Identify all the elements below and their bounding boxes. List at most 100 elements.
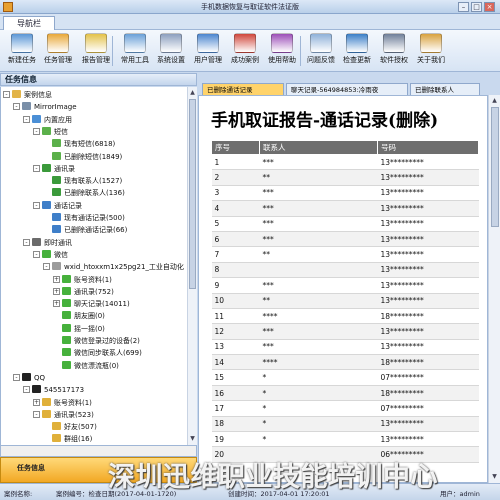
nav-tab-bar: 导航栏: [0, 14, 500, 30]
tree-node[interactable]: 微信漂流瓶(0): [53, 360, 119, 372]
toolbar-button-2[interactable]: 报告管理: [78, 32, 114, 70]
tree-node[interactable]: + 账号资料(1): [33, 397, 92, 409]
tree-node[interactable]: + 聊天记录(14011): [53, 298, 130, 310]
tree-node-label: 545517173: [44, 386, 85, 395]
close-button[interactable]: ×: [484, 2, 495, 12]
tree-node[interactable]: + 通讯录(752): [53, 286, 114, 298]
toolbar-button-8[interactable]: 问题反馈: [303, 32, 339, 70]
tree-node[interactable]: 现有通话记录(500): [43, 212, 125, 224]
table-row: 1 *** 13*********: [211, 154, 479, 171]
report-title: 手机取证报告-通话记录(删除): [211, 111, 439, 131]
scroll-down-icon[interactable]: ▼: [189, 434, 196, 443]
tree-node[interactable]: 已删除联系人(136): [43, 187, 125, 199]
tree-node[interactable]: 微信登录过的设备(2): [53, 335, 140, 347]
tree-node[interactable]: - 通讯录(523): [33, 409, 94, 421]
table-row: 16 * 18*********: [211, 385, 479, 402]
tree-node[interactable]: - 微信: [33, 249, 68, 261]
collapse-icon[interactable]: -: [13, 103, 20, 111]
collapse-icon[interactable]: -: [23, 386, 30, 394]
status-time: 创建时间：2017-04-01 17:20:01: [228, 490, 330, 498]
toolbar-button-1[interactable]: 任务管理: [40, 32, 76, 70]
collapse-icon[interactable]: -: [33, 410, 40, 418]
tree-node[interactable]: 现有短信(6818): [43, 138, 115, 150]
tree-node-icon: [52, 434, 61, 443]
tree-node[interactable]: - 内置应用: [23, 114, 72, 126]
tree-node-label: 好友(507): [64, 423, 97, 432]
toolbar-button-0[interactable]: 新建任务: [4, 32, 40, 70]
tab-navigation[interactable]: 导航栏: [3, 16, 55, 30]
toolbar-icon: [85, 33, 107, 53]
tree-node[interactable]: 已删除短信(1849): [43, 151, 122, 163]
toolbar-button-4[interactable]: 系统设置: [153, 32, 189, 70]
tree-node-label: 通讯录(752): [74, 287, 114, 296]
tree-node[interactable]: - 545517173: [23, 384, 84, 396]
toolbar-button-6[interactable]: 成功案例: [227, 32, 263, 70]
cell-contact: **: [259, 169, 378, 186]
tree-node[interactable]: - MirrorImage: [13, 101, 77, 113]
toolbar-separator: [112, 36, 113, 66]
tree-node-icon: [62, 360, 71, 369]
scroll-up-icon[interactable]: ▲: [189, 88, 196, 97]
tree-node[interactable]: 已删除通话记录(66): [43, 224, 127, 236]
scroll-up-icon[interactable]: ▲: [491, 96, 498, 105]
collapse-icon[interactable]: -: [43, 263, 50, 271]
minimize-button[interactable]: –: [458, 2, 469, 12]
tree-node[interactable]: + 账号资料(1): [53, 274, 112, 286]
toolbar-button-11[interactable]: 关于我们: [413, 32, 449, 70]
cell-index: 13: [211, 339, 260, 356]
collapse-icon[interactable]: -: [33, 201, 40, 209]
tree-node[interactable]: - wxid_htoxxm1x25pg21_工业自动化: [43, 261, 184, 273]
scroll-down-icon[interactable]: ▼: [491, 472, 498, 481]
expand-icon[interactable]: +: [53, 287, 60, 295]
toolbar-button-5[interactable]: 用户管理: [190, 32, 226, 70]
toolbar-button-label: 成功案例: [231, 56, 259, 64]
tree-node[interactable]: - 通话记录: [33, 200, 82, 212]
tree-node[interactable]: 微信同步联系人(699): [53, 347, 142, 359]
report-scroll-thumb[interactable]: [491, 107, 499, 227]
tree-node[interactable]: 现有联系人(1527): [43, 175, 122, 187]
tree-scrollbar[interactable]: ▲ ▼: [187, 87, 197, 445]
cell-contact: [259, 262, 378, 279]
tree-node[interactable]: - 通讯录: [33, 163, 75, 175]
doc-tab-chat-record[interactable]: 聊天记录-564984853:冷雨夜: [286, 83, 408, 95]
report-scrollbar[interactable]: ▲ ▼: [488, 95, 500, 483]
toolbar-button-9[interactable]: 检查更新: [339, 32, 375, 70]
toolbar-button-10[interactable]: 软件授权: [376, 32, 412, 70]
tree-node[interactable]: 好友(507): [43, 421, 97, 433]
doc-tab-deleted-calls[interactable]: 已删除通话记录: [202, 83, 284, 95]
toolbar-button-label: 用户管理: [194, 56, 222, 64]
tree-node[interactable]: - QQ: [13, 372, 45, 384]
toolbar-icon: [271, 33, 293, 53]
collapse-icon[interactable]: -: [33, 250, 40, 258]
collapse-icon[interactable]: -: [33, 164, 40, 172]
tree-scroll-thumb[interactable]: [189, 99, 196, 289]
tree-node[interactable]: 摇一摇(0): [53, 323, 105, 335]
tree-node-icon: [42, 163, 51, 172]
toolbar-button-7[interactable]: 使用帮助: [264, 32, 300, 70]
collapse-icon[interactable]: -: [23, 115, 30, 123]
tree-node[interactable]: - 短信: [33, 126, 68, 138]
collapse-icon[interactable]: -: [23, 238, 30, 246]
tree-node[interactable]: - 即时通讯: [23, 237, 72, 249]
maximize-button[interactable]: □: [471, 2, 482, 12]
collapse-icon[interactable]: -: [33, 127, 40, 135]
toolbar-button-label: 报告管理: [82, 56, 110, 64]
collapse-icon[interactable]: -: [3, 91, 10, 98]
table-row: 19 * 13*********: [211, 431, 479, 448]
cell-number: 18*********: [377, 308, 479, 325]
tree-node[interactable]: 群组(16): [43, 433, 92, 445]
expand-icon[interactable]: +: [33, 398, 40, 406]
collapse-icon[interactable]: -: [13, 373, 20, 381]
expand-icon[interactable]: +: [53, 300, 60, 308]
cell-number: 13*********: [377, 262, 479, 279]
tree-node[interactable]: - 案例信息: [3, 89, 52, 101]
expand-icon[interactable]: +: [53, 275, 60, 283]
case-tree[interactable]: - 案例信息 - MirrorImage - 内置应用 - 短信 现有短信(6818) 已删除短信…: [0, 87, 187, 445]
tree-node[interactable]: 朋友圈(0): [53, 310, 105, 322]
tree-hscrollbar[interactable]: [0, 445, 197, 457]
toolbar-button-3[interactable]: 常用工具: [117, 32, 153, 70]
task-info-tab[interactable]: 任务信息: [0, 457, 197, 483]
doc-tab-deleted-contacts[interactable]: 已删除联系人: [410, 83, 480, 95]
toolbar-button-label: 常用工具: [121, 56, 149, 64]
table-row: 13 *** 13*********: [211, 339, 479, 356]
